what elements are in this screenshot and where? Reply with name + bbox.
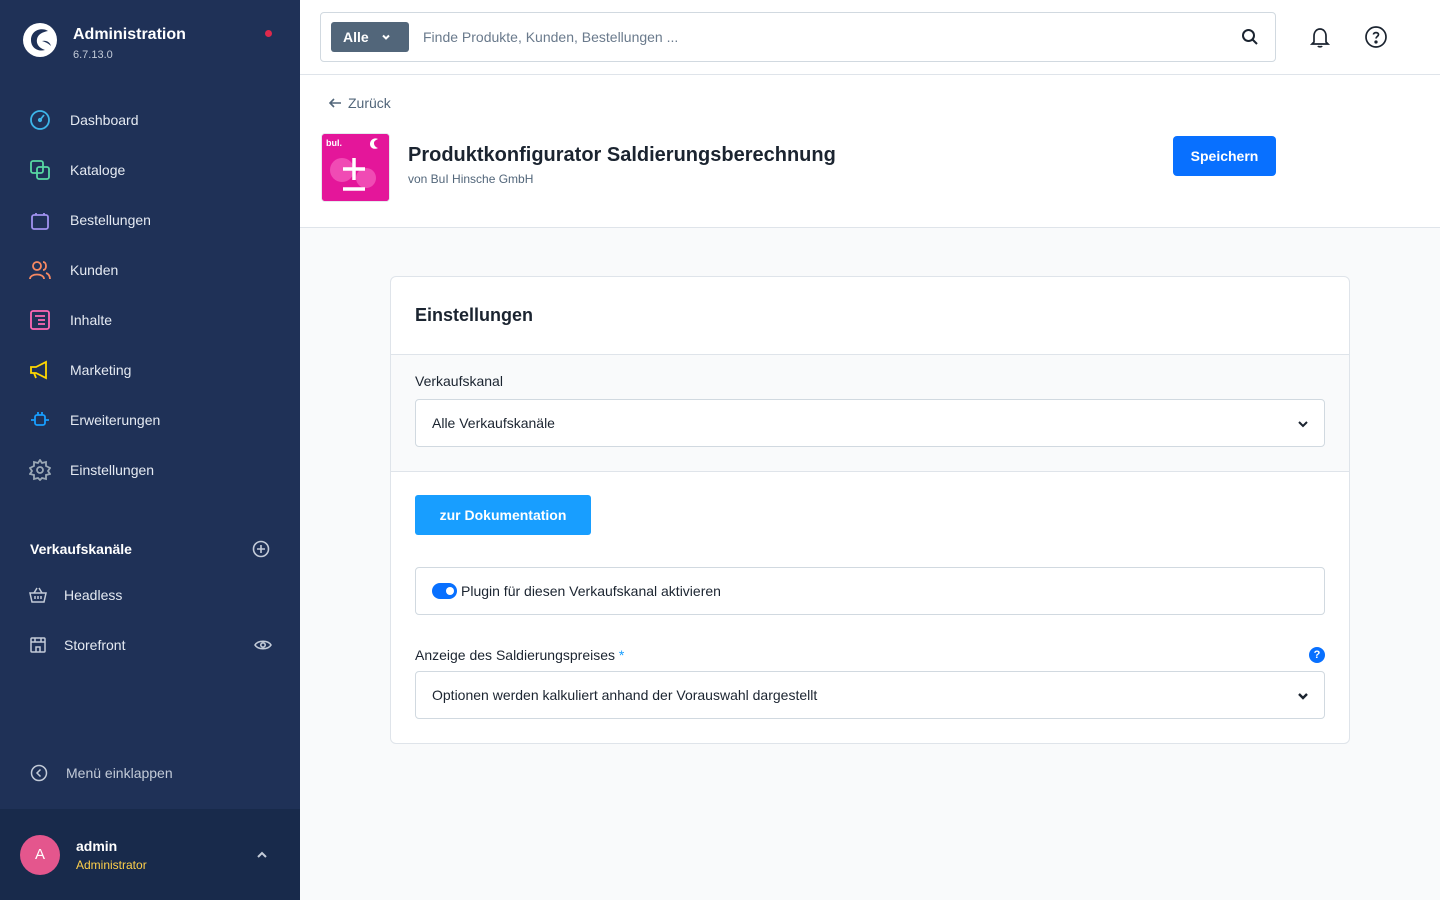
sales-channel-label: Verkaufskanal — [415, 373, 503, 389]
sales-channel-label: Headless — [64, 587, 123, 603]
sidebar: Administration 6.7.13.0 Dashboard Katalo… — [0, 0, 300, 900]
sales-channel-value: Alle Verkaufskanäle — [432, 415, 555, 431]
chevron-down-icon — [1298, 693, 1308, 700]
sales-channel-label: Storefront — [64, 637, 126, 653]
sidebar-item-marketing[interactable]: Marketing — [0, 345, 300, 395]
user-role: Administrator — [76, 857, 147, 872]
chevron-down-icon — [1298, 421, 1308, 428]
top-bar: Alle — [300, 0, 1440, 75]
collapse-menu-label: Menü einklappen — [66, 765, 173, 781]
save-button[interactable]: Speichern — [1173, 136, 1276, 176]
page-header: Zurück buI. Produktkonfigurator Saldieru… — [300, 75, 1440, 228]
sidebar-item-label: Dashboard — [70, 112, 139, 128]
required-mark: * — [618, 647, 625, 663]
main-nav: Dashboard Kataloge Bestellungen Kunden I… — [0, 95, 300, 495]
sidebar-item-label: Marketing — [70, 362, 132, 378]
page-title: Produktkonfigurator Saldierungsberechnun… — [408, 144, 836, 166]
add-sales-channel-icon[interactable] — [252, 540, 270, 558]
display-price-label: Anzeige des Saldierungspreises * — [415, 647, 624, 663]
dashboard-icon — [29, 109, 51, 131]
plug-icon — [29, 409, 51, 431]
chevron-up-icon[interactable] — [254, 847, 270, 863]
shopware-logo-icon — [23, 23, 57, 57]
collapse-menu-button[interactable]: Menü einklappen — [30, 764, 173, 782]
card-title: Einstellungen — [415, 305, 534, 325]
user-menu[interactable]: A admin Administrator — [0, 809, 300, 900]
storefront-icon — [30, 637, 46, 653]
search-type-dropdown[interactable]: Alle — [331, 22, 409, 52]
plugin-active-toggle[interactable] — [432, 583, 457, 599]
shopping-bag-icon — [29, 209, 51, 231]
help-badge-icon[interactable]: ? — [1309, 647, 1325, 663]
plugin-vendor: von BuI Hinsche GmbH — [408, 172, 534, 186]
sidebar-item-label: Kunden — [70, 262, 119, 278]
brand: Administration 6.7.13.0 — [22, 22, 186, 61]
search-input[interactable] — [423, 29, 1203, 45]
customers-icon — [29, 259, 51, 281]
documentation-button[interactable]: zur Dokumentation — [415, 495, 591, 535]
display-price-value: Optionen werden kalkuliert anhand der Vo… — [432, 687, 818, 703]
settings-card: Einstellungen Verkaufskanal Alle Verkauf… — [390, 276, 1350, 744]
status-dot — [265, 30, 272, 37]
sales-channel-select[interactable]: Alle Verkaufskanäle — [415, 399, 1325, 447]
basket-icon — [29, 587, 47, 603]
sales-channel-headless[interactable]: Headless — [0, 570, 300, 620]
sales-channels-list: Headless Storefront — [0, 570, 300, 670]
sales-channels-title: Verkaufskanäle — [30, 541, 132, 557]
sales-channels-header: Verkaufskanäle — [30, 538, 270, 560]
search-icon[interactable] — [1241, 28, 1259, 46]
sales-channel-storefront[interactable]: Storefront — [0, 620, 300, 670]
app-title: Administration — [73, 26, 186, 43]
arrow-left-icon — [328, 98, 341, 108]
sales-channel-section: Verkaufskanal Alle Verkaufskanäle — [391, 355, 1349, 471]
eye-icon[interactable] — [254, 636, 272, 654]
chevron-left-circle-icon — [30, 764, 48, 782]
sidebar-item-catalogs[interactable]: Kataloge — [0, 145, 300, 195]
sidebar-item-settings[interactable]: Einstellungen — [0, 445, 300, 495]
megaphone-icon — [29, 359, 51, 381]
sidebar-item-label: Erweiterungen — [70, 412, 161, 428]
app-version: 6.7.13.0 — [73, 49, 113, 61]
avatar: A — [20, 834, 60, 875]
sidebar-item-content[interactable]: Inhalte — [0, 295, 300, 345]
plugin-active-field: Plugin für diesen Verkaufskanal aktivier… — [415, 567, 1325, 615]
catalog-icon — [29, 159, 51, 181]
user-name: admin — [76, 837, 118, 854]
sidebar-item-label: Einstellungen — [70, 462, 155, 478]
divider — [391, 471, 1349, 472]
display-price-select[interactable]: Optionen werden kalkuliert anhand der Vo… — [415, 671, 1325, 719]
back-label: Zurück — [348, 95, 391, 111]
sidebar-item-extensions[interactable]: Erweiterungen — [0, 395, 300, 445]
sidebar-item-label: Inhalte — [70, 312, 113, 328]
back-link[interactable]: Zurück — [328, 95, 391, 111]
plugin-logo-icon: buI. — [322, 134, 389, 201]
sidebar-item-customers[interactable]: Kunden — [0, 245, 300, 295]
display-price-label-text: Anzeige des Saldierungspreises — [415, 647, 616, 663]
sidebar-item-dashboard[interactable]: Dashboard — [0, 95, 300, 145]
sidebar-item-orders[interactable]: Bestellungen — [0, 195, 300, 245]
sidebar-item-label: Kataloge — [70, 162, 126, 178]
sidebar-item-label: Bestellungen — [70, 212, 151, 228]
plugin-active-label: Plugin für diesen Verkaufskanal aktivier… — [461, 583, 721, 599]
bell-icon[interactable] — [1308, 25, 1332, 49]
plugin-icon: buI. — [321, 133, 390, 202]
help-icon[interactable] — [1364, 25, 1388, 49]
search-type-label: Alle — [343, 29, 369, 45]
gear-icon — [29, 459, 51, 481]
chevron-down-icon — [381, 34, 390, 40]
global-search: Alle — [320, 12, 1276, 62]
plugin-icon-text: buI. — [326, 138, 342, 148]
content-icon — [29, 309, 51, 331]
